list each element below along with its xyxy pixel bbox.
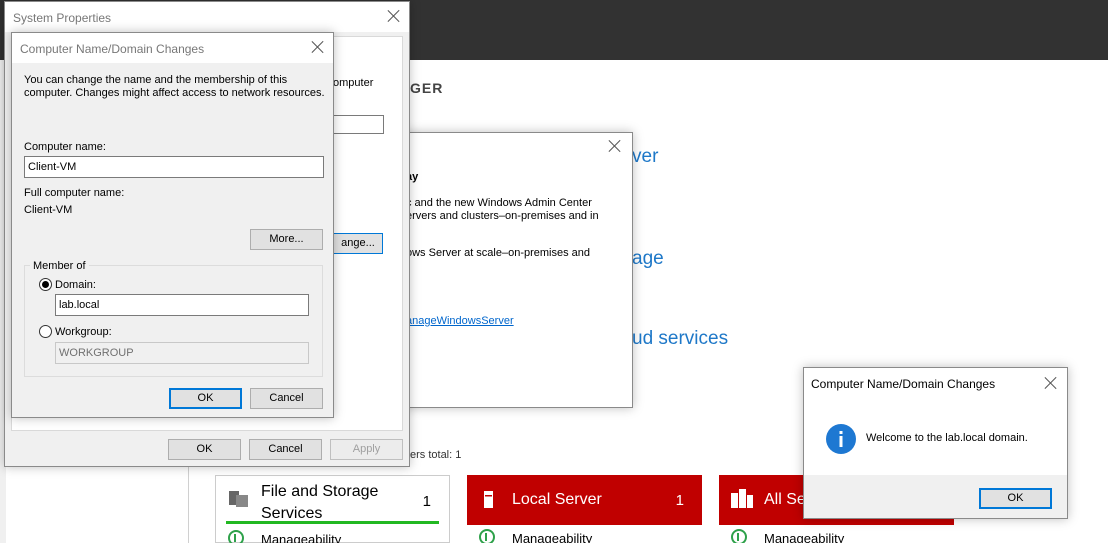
manage-windows-server-link[interactable]: anageWindowsServer: [406, 315, 514, 327]
tile-count: 1: [675, 492, 684, 509]
close-icon[interactable]: [608, 139, 622, 153]
workgroup-input[interactable]: WORKGROUP: [55, 342, 309, 364]
configure-server-link[interactable]: ver: [632, 146, 658, 168]
ok-button[interactable]: OK: [169, 388, 242, 409]
domain-radio[interactable]: [39, 278, 52, 291]
welcome-message: Welcome to the lab.local domain.: [866, 432, 1028, 444]
title-bar: System Properties: [5, 2, 409, 32]
servers-icon: [731, 489, 753, 508]
tile-local-server[interactable]: Local Server 1 Manageability: [467, 475, 702, 543]
description-line: computer. Changes might affect access to…: [24, 87, 325, 99]
dialog-title: Computer Name/Domain Changes: [20, 42, 205, 56]
domain-input[interactable]: lab.local: [55, 294, 309, 316]
apply-button[interactable]: Apply: [330, 439, 403, 460]
description-fragment: omputer: [333, 77, 374, 89]
computer-name-changes-dialog: Computer Name/Domain Changes You can cha…: [11, 32, 334, 418]
member-of-label: Member of: [30, 260, 89, 272]
cancel-button[interactable]: Cancel: [249, 439, 322, 460]
workgroup-radio[interactable]: [39, 325, 52, 338]
tile-title: File and Storage Services: [261, 483, 379, 522]
close-icon[interactable]: [311, 40, 325, 54]
close-icon[interactable]: [387, 9, 401, 23]
manageability-ok-icon: [228, 530, 244, 543]
title-bar: Computer Name/Domain Changes: [12, 33, 333, 63]
popup-text-line: ows Server at scale–on-premises and: [406, 247, 591, 259]
workgroup-label: Workgroup:: [55, 326, 112, 338]
tile-count: 1: [422, 493, 431, 510]
connect-cloud-services-link[interactable]: ud services: [632, 328, 728, 350]
tile-title: Local Server: [512, 491, 602, 508]
tile-status-bar: [226, 521, 439, 524]
tile-manageability[interactable]: Manageability: [512, 531, 592, 543]
file-storage-icon: [229, 491, 248, 507]
ok-button[interactable]: OK: [979, 488, 1052, 509]
ok-button[interactable]: OK: [168, 439, 241, 460]
tile-manageability[interactable]: Manageability: [764, 531, 844, 543]
full-name-value: Client-VM: [24, 204, 73, 216]
dialog-title: Computer Name/Domain Changes: [811, 377, 996, 391]
cancel-button[interactable]: Cancel: [250, 388, 323, 409]
change-button[interactable]: ange...: [333, 233, 383, 254]
tile-manageability[interactable]: Manageability: [261, 532, 341, 543]
add-storage-link[interactable]: age: [632, 248, 664, 270]
full-name-label: Full computer name:: [24, 187, 125, 199]
description-input[interactable]: [333, 115, 384, 134]
description-line: You can change the name and the membersh…: [24, 74, 288, 86]
popup-text-line: ervers and clusters–on-premises and in: [406, 210, 599, 222]
welcome-popup: ay c and the new Windows Admin Center er…: [380, 132, 633, 408]
manageability-ok-icon: [479, 529, 495, 543]
welcome-message-box: Computer Name/Domain Changes Welcome to …: [803, 367, 1068, 519]
computer-name-input[interactable]: Client-VM: [24, 156, 324, 178]
tile-file-storage-services[interactable]: File and Storage Services 1 Manageabilit…: [215, 475, 450, 543]
close-icon[interactable]: [1044, 376, 1058, 390]
window-title: System Properties: [13, 11, 112, 25]
popup-text-line: c and the new Windows Admin Center: [406, 197, 592, 209]
server-manager-header: GER: [410, 80, 444, 96]
more-button[interactable]: More...: [250, 229, 323, 250]
info-icon: [826, 424, 856, 454]
manageability-ok-icon: [731, 529, 747, 543]
computer-name-label: Computer name:: [24, 141, 106, 153]
servers-total-label: ers total: 1: [410, 449, 462, 461]
tile-title: All Se: [764, 491, 806, 508]
server-icon: [484, 491, 493, 508]
domain-label: Domain:: [55, 279, 96, 291]
